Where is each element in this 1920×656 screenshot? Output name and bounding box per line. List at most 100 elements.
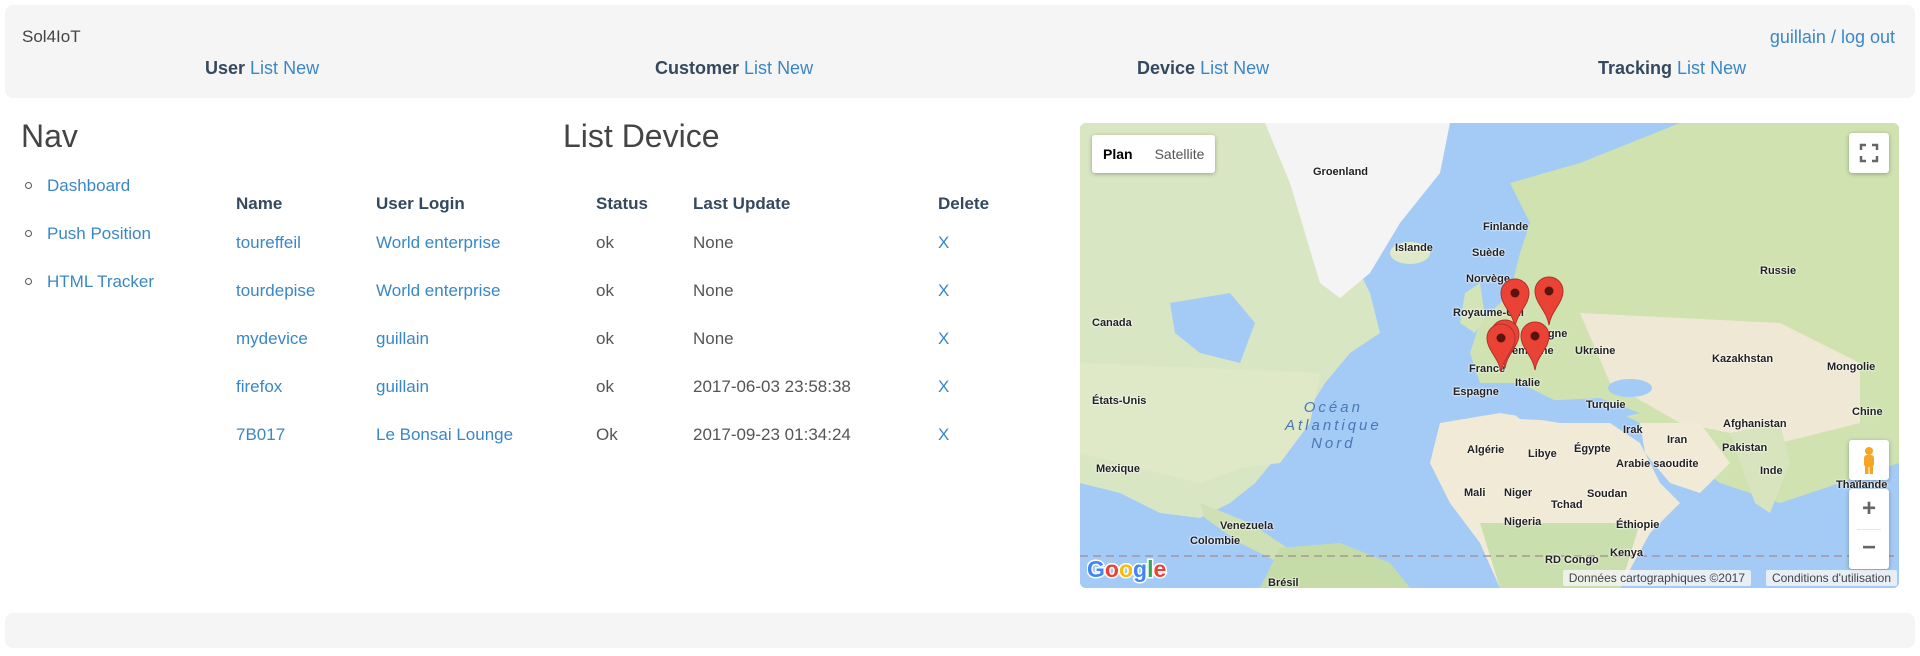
table-row: mydevice guillain ok None X xyxy=(223,315,1010,363)
map-label: Groenland xyxy=(1313,166,1369,178)
user-login-link[interactable]: World enterprise xyxy=(376,233,500,252)
delete-button[interactable]: X xyxy=(938,329,949,348)
zoom-in-button[interactable]: + xyxy=(1849,489,1889,529)
status-cell: ok xyxy=(596,233,614,252)
nav-link-html-tracker[interactable]: HTML Tracker xyxy=(47,272,154,291)
delete-button[interactable]: X xyxy=(938,281,949,300)
status-cell: ok xyxy=(596,377,614,396)
device-name-link[interactable]: toureffeil xyxy=(236,233,301,252)
nav-link-dashboard[interactable]: Dashboard xyxy=(47,176,130,195)
map-label: Tchad xyxy=(1551,499,1583,511)
last-update-cell: None xyxy=(693,233,734,252)
customer-list-link[interactable]: List xyxy=(744,58,772,78)
zoom-out-button[interactable]: − xyxy=(1849,530,1889,569)
fullscreen-button[interactable] xyxy=(1849,133,1889,173)
status-cell: ok xyxy=(596,329,614,348)
delete-button[interactable]: X xyxy=(938,233,949,252)
column-header-status: Status xyxy=(596,194,648,213)
status-cell: ok xyxy=(596,281,614,300)
device-name-link[interactable]: firefox xyxy=(236,377,282,396)
user-login-link[interactable]: World enterprise xyxy=(376,281,500,300)
map-label: Colombie xyxy=(1190,535,1241,547)
menu-device: Device List New xyxy=(1137,58,1269,79)
nav-item-push-position: Push Position xyxy=(25,224,225,272)
map-marker[interactable] xyxy=(1520,321,1550,371)
user-new-link[interactable]: New xyxy=(283,58,319,78)
map-label: Mexique xyxy=(1096,463,1141,475)
map-label: Libye xyxy=(1528,448,1557,460)
map-label: Islande xyxy=(1395,242,1433,254)
map-type-plan-button[interactable]: Plan xyxy=(1092,135,1144,173)
map-label: Inde xyxy=(1760,465,1783,477)
table-header-row: Name User Login Status Last Update Delet… xyxy=(223,189,1010,219)
map-marker[interactable] xyxy=(1486,323,1516,373)
street-view-pegman[interactable] xyxy=(1849,440,1889,480)
delete-button[interactable]: X xyxy=(938,425,949,444)
zoom-control: + − xyxy=(1849,489,1889,569)
map-label: Iran xyxy=(1667,434,1688,446)
logout-link[interactable]: log out xyxy=(1841,27,1895,47)
nav-title: Nav xyxy=(21,118,78,154)
delete-button[interactable]: X xyxy=(938,377,949,396)
map-type-satellite-button[interactable]: Satellite xyxy=(1143,135,1216,173)
last-update-cell: 2017-06-03 23:58:38 xyxy=(693,377,851,396)
column-header-name: Name xyxy=(236,194,283,213)
tracking-list-link[interactable]: List xyxy=(1677,58,1705,78)
nav-item-html-tracker: HTML Tracker xyxy=(25,272,225,320)
map-marker[interactable] xyxy=(1534,276,1564,326)
device-name-link[interactable]: mydevice xyxy=(236,329,308,348)
user-login-link[interactable]: guillain xyxy=(376,377,429,396)
map-label: Mali xyxy=(1464,487,1486,499)
current-user-link[interactable]: guillain xyxy=(1770,27,1826,47)
last-update-cell: None xyxy=(693,329,734,348)
bullet-icon xyxy=(25,182,32,189)
map-label: Kenya xyxy=(1610,547,1644,559)
map-label: Italie xyxy=(1515,377,1541,389)
device-name-link[interactable]: 7B017 xyxy=(236,425,285,444)
google-logo[interactable]: Google xyxy=(1087,555,1172,585)
map-label: Niger xyxy=(1504,487,1533,499)
map-label: Russie xyxy=(1760,265,1797,277)
column-header-last-update: Last Update xyxy=(693,194,791,213)
table-row: firefox guillain ok 2017-06-03 23:58:38 … xyxy=(223,363,1010,411)
menu-user-label: User xyxy=(205,58,246,78)
brand-logo[interactable]: Sol4IoT xyxy=(22,27,81,47)
user-list-link[interactable]: List xyxy=(250,58,278,78)
nav-list: Dashboard Push Position HTML Tracker xyxy=(25,176,225,320)
map-label: Égypte xyxy=(1574,443,1611,455)
svg-text:Google: Google xyxy=(1087,556,1166,582)
device-map[interactable]: Plan Satellite + − Groenland Islande Fin… xyxy=(1080,123,1899,588)
user-links: guillain / log out xyxy=(1770,27,1895,48)
map-label: Nigeria xyxy=(1504,516,1542,528)
terms-of-use-link[interactable]: Conditions d'utilisation xyxy=(1765,570,1897,586)
status-cell: Ok xyxy=(596,425,618,444)
map-label: Algérie xyxy=(1467,444,1505,456)
user-login-link[interactable]: guillain xyxy=(376,329,429,348)
device-table: Name User Login Status Last Update Delet… xyxy=(223,189,1010,459)
tracking-new-link[interactable]: New xyxy=(1710,58,1746,78)
device-new-link[interactable]: New xyxy=(1233,58,1269,78)
table-row: 7B017 Le Bonsai Lounge Ok 2017-09-23 01:… xyxy=(223,411,1010,459)
user-login-link[interactable]: Le Bonsai Lounge xyxy=(376,425,513,444)
map-label: Afghanistan xyxy=(1723,418,1787,430)
menu-customer-label: Customer xyxy=(655,58,740,78)
map-label: Turquie xyxy=(1586,399,1626,411)
map-label: Brésil xyxy=(1268,577,1299,588)
map-type-control: Plan Satellite xyxy=(1092,135,1216,173)
map-label: Thaïlande xyxy=(1836,479,1888,491)
last-update-cell: None xyxy=(693,281,734,300)
map-label: Ukraine xyxy=(1575,345,1616,357)
column-header-user-login: User Login xyxy=(376,194,465,213)
customer-new-link[interactable]: New xyxy=(777,58,813,78)
device-name-link[interactable]: tourdepise xyxy=(236,281,315,300)
nav-link-push-position[interactable]: Push Position xyxy=(47,224,151,243)
footer xyxy=(5,613,1915,648)
device-list-link[interactable]: List xyxy=(1200,58,1228,78)
map-label: Soudan xyxy=(1587,488,1628,500)
table-row: toureffeil World enterprise ok None X xyxy=(223,219,1010,267)
menu-tracking: Tracking List New xyxy=(1598,58,1746,79)
menu-customer: Customer List New xyxy=(655,58,813,79)
map-label: Irak xyxy=(1623,424,1643,436)
fullscreen-icon xyxy=(1859,143,1879,163)
map-label: Arabie saoudite xyxy=(1616,458,1699,470)
